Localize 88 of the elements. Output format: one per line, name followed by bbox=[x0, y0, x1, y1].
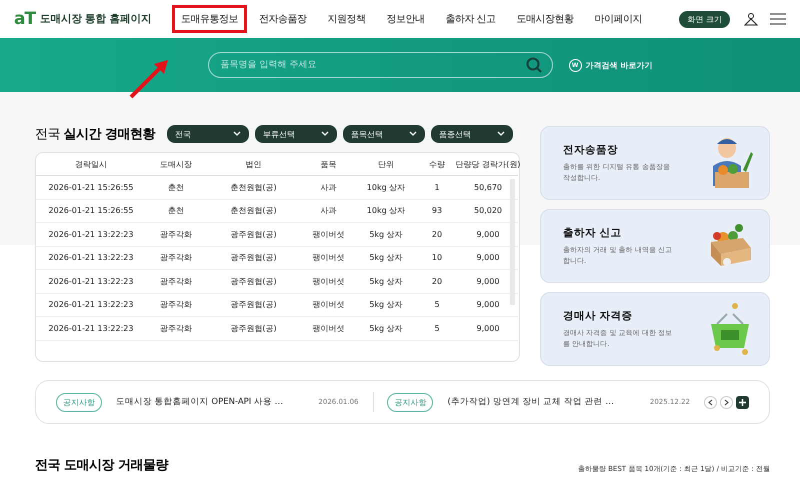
notice-title[interactable]: 도매시장 통합홈페이지 OPEN-API 사용 … bbox=[116, 396, 304, 408]
plus-icon bbox=[739, 398, 746, 406]
table-cell: 5kg 상자 bbox=[356, 294, 416, 317]
section-title: 전국 실시간 경매현황 bbox=[35, 126, 156, 143]
chevron-down-icon bbox=[497, 131, 506, 137]
pointer-arrow bbox=[128, 58, 170, 100]
table-cell: 춘천 bbox=[146, 200, 206, 223]
table-cell: 팽이버섯 bbox=[301, 317, 356, 340]
table-cell: 5kg 상자 bbox=[356, 223, 416, 246]
table-cell: 5 bbox=[416, 294, 458, 317]
column-header: 경락일시 bbox=[36, 153, 146, 176]
nav-item[interactable]: 마이페이지 bbox=[586, 5, 652, 33]
table-cell: 광주각화 bbox=[146, 270, 206, 294]
chevron-down-icon bbox=[409, 131, 418, 137]
search-icon[interactable] bbox=[526, 57, 542, 73]
nav-item[interactable]: 출하자 신고 bbox=[436, 5, 505, 33]
chevron-down-icon bbox=[233, 131, 242, 137]
table-cell: 광주각화 bbox=[146, 317, 206, 340]
table-cell: 광주각화 bbox=[146, 246, 206, 270]
table-cell: 팽이버섯 bbox=[301, 270, 356, 294]
site-title[interactable]: 도매시장 통합 홈페이지 bbox=[40, 12, 152, 26]
table-cell: 2026-01-21 13:22:23 bbox=[36, 294, 146, 317]
table-cell: 2026-01-21 15:26:55 bbox=[36, 176, 146, 200]
column-header: 품목 bbox=[301, 153, 356, 176]
column-header: 단위 bbox=[356, 153, 416, 176]
filter-dropdown[interactable]: 품목선택 bbox=[343, 125, 426, 143]
table-cell: 20 bbox=[416, 223, 458, 246]
chevron-left-icon bbox=[708, 398, 713, 406]
table-cell: 광주원협(공) bbox=[206, 246, 301, 270]
table-cell: 광주원협(공) bbox=[206, 270, 301, 294]
table-cell: 5kg 상자 bbox=[356, 246, 416, 270]
table-cell: 5kg 상자 bbox=[356, 270, 416, 294]
screen-size-button[interactable]: 화면 크기 bbox=[679, 10, 730, 28]
table-cell: 춘천원협(공) bbox=[206, 200, 301, 223]
table-cell: 2026-01-21 13:22:23 bbox=[36, 317, 146, 340]
notice-tag: 공지사항 bbox=[387, 392, 434, 412]
logo-mark[interactable]: aT bbox=[14, 9, 36, 29]
notice-tag: 공지사항 bbox=[56, 392, 102, 412]
filter-dropdown[interactable]: 품종선택 bbox=[431, 125, 514, 143]
table-cell: 사과 bbox=[301, 176, 356, 200]
search-bar[interactable]: 품목명을 입력해 주세요 bbox=[208, 52, 553, 78]
table-cell: 춘천원협(공) bbox=[206, 176, 301, 200]
table-cell: 1 bbox=[416, 176, 458, 200]
table-cell: 9,000 bbox=[458, 317, 518, 340]
nav-item[interactable]: 전자송품장 bbox=[250, 5, 316, 33]
table-cell: 팽이버섯 bbox=[301, 294, 356, 317]
table-cell: 광주원협(공) bbox=[206, 294, 301, 317]
user-icon[interactable] bbox=[744, 12, 758, 26]
card-title: 전자송품장 bbox=[563, 143, 619, 158]
table-cell: 2026-01-21 13:22:23 bbox=[36, 270, 146, 294]
column-header: 법인 bbox=[206, 153, 301, 176]
column-header: 도매시장 bbox=[146, 153, 206, 176]
filter-dropdown[interactable]: 부류선택 bbox=[255, 125, 338, 143]
table-cell: 사과 bbox=[301, 200, 356, 223]
nav-item[interactable]: 도매시장현황 bbox=[508, 5, 583, 33]
table-cell: 광주각화 bbox=[146, 294, 206, 317]
more-button[interactable] bbox=[736, 396, 749, 408]
table-cell: 5kg 상자 bbox=[356, 317, 416, 340]
previous-button[interactable] bbox=[704, 396, 717, 408]
menu-icon[interactable] bbox=[770, 13, 786, 25]
table-cell: 2026-01-21 15:26:55 bbox=[36, 200, 146, 223]
search-field[interactable]: 품목명을 입력해 주세요 bbox=[218, 59, 526, 71]
table-cell: 광주원협(공) bbox=[206, 317, 301, 340]
filter-dropdown[interactable]: 전국 bbox=[167, 125, 250, 143]
table-cell: 20 bbox=[416, 270, 458, 294]
card-title: 출하자 신고 bbox=[563, 226, 623, 240]
next-button[interactable] bbox=[720, 396, 733, 408]
column-header: 단량당 경락가(원) bbox=[458, 153, 518, 176]
table-cell: 팽이버섯 bbox=[301, 223, 356, 246]
table-cell: 5 bbox=[416, 317, 458, 340]
chevron-down-icon bbox=[321, 131, 330, 137]
table-cell: 93 bbox=[416, 200, 458, 223]
table-cell: 2026-01-21 13:22:23 bbox=[36, 223, 146, 246]
table-cell: 10kg 상자 bbox=[356, 200, 416, 223]
table-cell: 춘천 bbox=[146, 176, 206, 200]
table-cell: 10 bbox=[416, 246, 458, 270]
section-title: 전국 도매시장 거래물량 bbox=[35, 457, 168, 474]
table-cell: 팽이버섯 bbox=[301, 246, 356, 270]
notice-title[interactable]: (추가작업) 망연계 장비 교체 작업 관련 … bbox=[447, 396, 636, 408]
table-cell: 10kg 상자 bbox=[356, 176, 416, 200]
card-title: 경매사 자격증 bbox=[563, 309, 634, 324]
table-cell: 2026-01-21 13:22:23 bbox=[36, 246, 146, 270]
nav-item[interactable]: 정보안내 bbox=[378, 5, 434, 33]
chevron-right-icon bbox=[724, 398, 729, 406]
table-cell: 광주원협(공) bbox=[206, 223, 301, 246]
nav-item[interactable]: 지원정책 bbox=[318, 5, 374, 33]
nav-item[interactable]: 도매유통정보 bbox=[172, 5, 247, 33]
table-cell: 광주각화 bbox=[146, 223, 206, 246]
